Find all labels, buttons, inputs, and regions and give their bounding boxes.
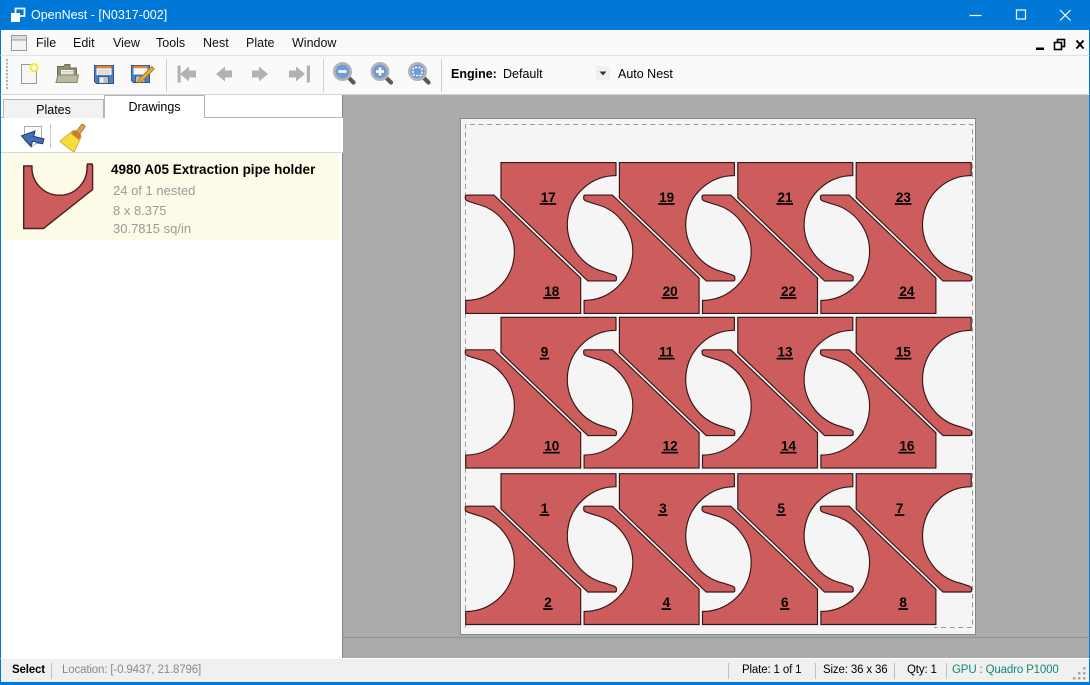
svg-text:8: 8 xyxy=(899,595,907,610)
svg-text:6: 6 xyxy=(781,595,789,610)
svg-text:19: 19 xyxy=(659,190,674,205)
svg-text:11: 11 xyxy=(659,345,674,360)
svg-text:23: 23 xyxy=(896,190,912,205)
svg-text:22: 22 xyxy=(781,284,796,299)
svg-text:18: 18 xyxy=(544,284,560,299)
svg-text:13: 13 xyxy=(778,345,794,360)
svg-text:24: 24 xyxy=(899,284,915,299)
svg-text:5: 5 xyxy=(778,501,786,516)
svg-text:14: 14 xyxy=(781,439,797,454)
svg-text:7: 7 xyxy=(896,501,904,516)
svg-text:1: 1 xyxy=(541,501,549,516)
svg-text:2: 2 xyxy=(544,595,552,610)
svg-text:15: 15 xyxy=(896,345,912,360)
svg-text:12: 12 xyxy=(663,439,678,454)
svg-text:9: 9 xyxy=(541,345,549,360)
svg-text:10: 10 xyxy=(544,439,559,454)
svg-text:17: 17 xyxy=(541,190,556,205)
svg-text:3: 3 xyxy=(659,501,667,516)
svg-text:21: 21 xyxy=(778,190,794,205)
svg-text:16: 16 xyxy=(899,439,915,454)
svg-text:20: 20 xyxy=(663,284,678,299)
svg-text:4: 4 xyxy=(663,595,671,610)
